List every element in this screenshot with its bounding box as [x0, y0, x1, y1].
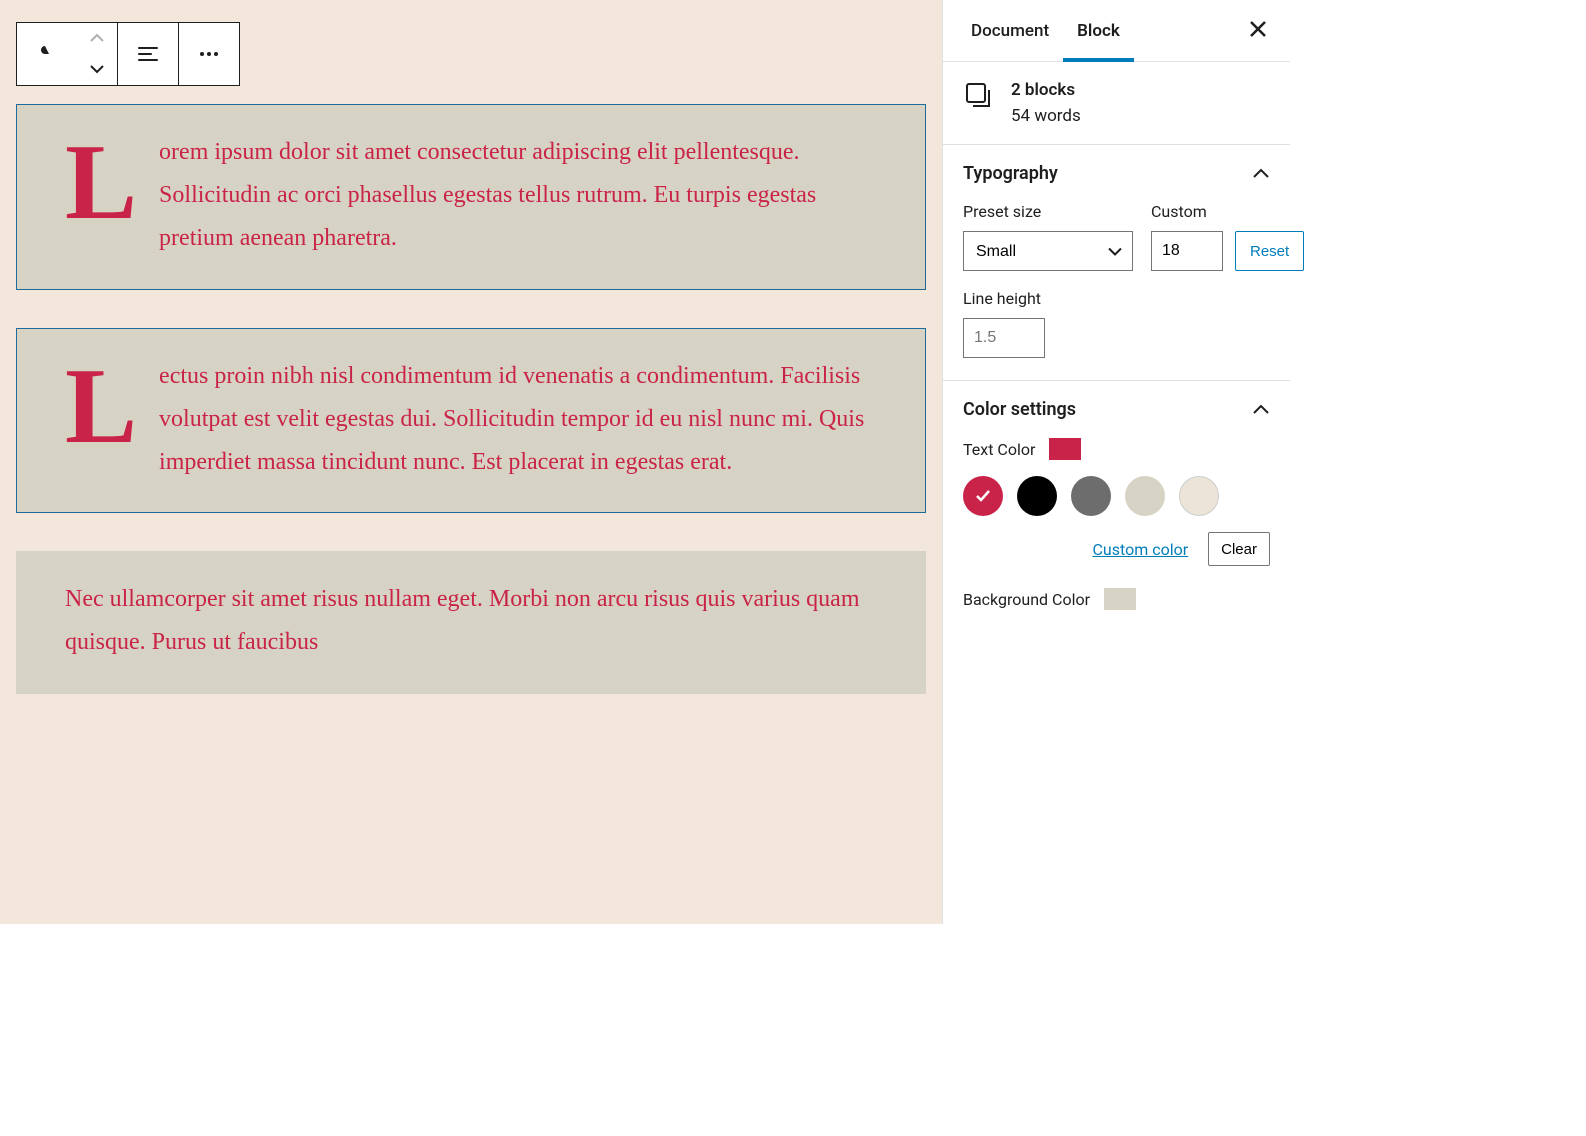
- paragraph-block[interactable]: Lorem ipsum dolor sit amet consectetur a…: [16, 104, 926, 290]
- preset-size-label: Preset size: [963, 202, 1133, 221]
- chevron-up-icon: [1252, 400, 1270, 419]
- paragraph-block[interactable]: Lectus proin nibh nisl condimentum id ve…: [16, 328, 926, 514]
- block-type-button[interactable]: [17, 23, 77, 85]
- align-button[interactable]: [118, 23, 178, 85]
- close-icon: [1248, 27, 1268, 42]
- text-color-swatch: [1049, 438, 1081, 460]
- block-toolbar: [16, 22, 240, 86]
- tab-block[interactable]: Block: [1063, 0, 1134, 62]
- more-options-button[interactable]: [179, 23, 239, 85]
- color-circle[interactable]: [1071, 476, 1111, 516]
- chevron-up-icon: [89, 31, 105, 46]
- text-color-palette: [963, 476, 1270, 516]
- typography-toggle[interactable]: Typography: [963, 163, 1270, 184]
- panel-title: Typography: [963, 163, 1058, 184]
- clear-color-button[interactable]: Clear: [1208, 532, 1270, 566]
- preset-size-select[interactable]: Small: [963, 231, 1133, 271]
- block-card: 2 blocks 54 words: [943, 62, 1290, 145]
- bg-color-label: Background Color: [963, 590, 1090, 609]
- text-color-label: Text Color: [963, 440, 1035, 459]
- lineheight-label: Line height: [963, 289, 1270, 308]
- word-count: 54 words: [1011, 106, 1081, 126]
- color-settings-panel: Color settings Text Color Custom color C…: [943, 381, 1290, 648]
- paragraph-text: Lorem ipsum dolor sit amet consectetur a…: [65, 131, 877, 261]
- move-down-button[interactable]: [77, 54, 117, 85]
- bg-color-swatch: [1104, 588, 1136, 610]
- custom-size-input[interactable]: [1151, 231, 1223, 271]
- paragraph-text: Lectus proin nibh nisl condimentum id ve…: [65, 355, 877, 485]
- color-settings-toggle[interactable]: Color settings: [963, 399, 1270, 420]
- color-circle[interactable]: [1179, 476, 1219, 516]
- typography-panel: Typography Preset size Small Custom: [943, 145, 1290, 381]
- paragraph-text: Nec ullamcorper sit amet risus nullam eg…: [65, 578, 877, 664]
- paragraph-icon: [35, 42, 59, 66]
- color-circle[interactable]: [1125, 476, 1165, 516]
- reset-size-button[interactable]: Reset: [1235, 231, 1304, 271]
- paragraph-block[interactable]: Nec ullamcorper sit amet risus nullam eg…: [16, 551, 926, 693]
- stack-icon: [963, 80, 993, 114]
- chevron-down-icon: [89, 62, 105, 77]
- custom-color-link[interactable]: Custom color: [1093, 540, 1189, 559]
- move-up-button[interactable]: [77, 23, 117, 54]
- panel-title: Color settings: [963, 399, 1076, 420]
- tab-document[interactable]: Document: [957, 0, 1063, 62]
- check-icon: [973, 486, 993, 506]
- lineheight-input[interactable]: [963, 318, 1045, 358]
- block-count: 2 blocks: [1011, 80, 1081, 100]
- settings-sidebar: Document Block 2 blocks 54 words Typogra…: [942, 0, 1290, 924]
- chevron-up-icon: [1252, 164, 1270, 183]
- editor-canvas: Lorem ipsum dolor sit amet consectetur a…: [0, 0, 942, 924]
- ellipsis-icon: [197, 42, 221, 66]
- align-left-icon: [136, 42, 160, 66]
- sidebar-tabs: Document Block: [943, 0, 1290, 62]
- close-sidebar-button[interactable]: [1240, 11, 1276, 50]
- custom-size-label: Custom: [1151, 202, 1304, 221]
- color-circle[interactable]: [1017, 476, 1057, 516]
- color-circle[interactable]: [963, 476, 1003, 516]
